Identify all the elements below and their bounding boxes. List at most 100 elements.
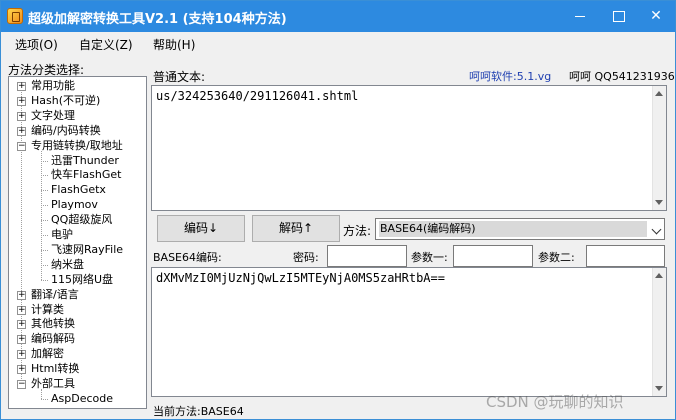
expand-icon[interactable]: + xyxy=(17,320,26,330)
tree-connector xyxy=(41,398,48,400)
tree-item-label: 翻译/语言 xyxy=(31,287,79,301)
status-text: 当前方法:BASE64 xyxy=(153,405,244,418)
expand-icon[interactable]: + xyxy=(17,126,26,136)
scroll-down-icon[interactable] xyxy=(655,386,663,391)
tree-category-item[interactable]: 文字处理 xyxy=(31,109,75,123)
app-icon xyxy=(7,8,23,24)
version-link[interactable]: 呵呵软件:5.1.vg xyxy=(469,68,551,84)
scroll-up-icon[interactable] xyxy=(655,91,663,96)
menu-help[interactable]: 帮助(H) xyxy=(153,36,195,53)
tree-child-item[interactable]: 电驴 xyxy=(51,228,73,242)
tree-item-label: QQ超级旋风 xyxy=(51,213,113,227)
tree-connector xyxy=(41,160,48,162)
expand-icon[interactable]: + xyxy=(17,365,26,375)
tree-category-item[interactable]: Hash(不可逆) xyxy=(31,94,100,108)
param2-label: 参数二: xyxy=(538,251,575,264)
expand-icon[interactable]: + xyxy=(17,111,26,121)
author-text: 呵呵 QQ541231936 xyxy=(569,70,675,83)
method-label: 方法: xyxy=(343,224,372,238)
tree-item-label: Playmov xyxy=(51,198,98,212)
method-select[interactable]: BASE64(编码解码) xyxy=(375,218,665,240)
scroll-down-icon[interactable] xyxy=(655,200,663,205)
tree-item-label: 编码解码 xyxy=(31,332,75,346)
tree-connector xyxy=(41,190,48,192)
tree-item-label: FlashGetx xyxy=(51,183,106,197)
expand-icon[interactable]: + xyxy=(17,335,26,345)
tree-connector xyxy=(41,264,48,266)
tree-child-item[interactable]: 迅雷Thunder xyxy=(51,154,119,168)
tree-child-item[interactable]: 纳米盘 xyxy=(51,258,84,272)
encoded-text-scrollbar[interactable] xyxy=(652,268,666,396)
expand-icon[interactable]: + xyxy=(17,305,26,315)
collapse-icon[interactable]: − xyxy=(17,380,26,389)
tree-category-item[interactable]: 编码解码 xyxy=(31,332,75,346)
tree-category-item[interactable]: Html转换 xyxy=(31,362,79,376)
tree-item-label: 外部工具 xyxy=(31,377,75,390)
tree-item-label: 纳米盘 xyxy=(51,257,84,271)
encoded-text-area[interactable]: dXMvMzI0MjUzNjQwLzI5MTEyNjA0MS5zaHRtbA== xyxy=(151,267,667,397)
tree-child-item[interactable]: AspDecode xyxy=(51,392,113,406)
tree-child-item[interactable]: 115网络U盘 xyxy=(51,273,113,287)
param1-label: 参数一: xyxy=(411,251,448,264)
tree-item-label: 迅雷Thunder xyxy=(51,153,119,167)
plain-text-label: 普通文本: xyxy=(153,70,206,84)
plain-text-scrollbar[interactable] xyxy=(652,86,666,210)
tree-category-item[interactable]: 常用功能 xyxy=(31,79,75,93)
tree-item-label: 加解密 xyxy=(31,347,64,361)
tree-connector xyxy=(41,205,48,207)
encoded-text-value: dXMvMzI0MjUzNjQwLzI5MTEyNjA0MS5zaHRtbA== xyxy=(156,271,445,285)
tree-child-item[interactable]: 快车FlashGet xyxy=(51,168,121,182)
encode-button[interactable]: 编码↓ xyxy=(157,215,245,242)
plain-text-value: us/324253640/291126041.shtml xyxy=(156,89,359,103)
scroll-up-icon[interactable] xyxy=(655,273,663,278)
method-select-value: BASE64(编码解码) xyxy=(379,221,647,237)
tree-category-item[interactable]: 翻译/语言 xyxy=(31,288,79,302)
chevron-down-icon[interactable] xyxy=(651,224,662,235)
minimize-button[interactable] xyxy=(561,1,599,32)
tree-connector xyxy=(41,279,48,281)
collapse-icon[interactable]: − xyxy=(17,141,26,151)
tree-item-label: 快车FlashGet xyxy=(51,168,122,182)
menu-bar: 选项(O) 自定义(Z) 帮助(H) xyxy=(1,32,675,57)
password-input[interactable] xyxy=(327,245,407,267)
close-button[interactable]: ✕ xyxy=(637,1,675,32)
tree-child-item[interactable]: FlashGetx xyxy=(51,183,106,197)
tree-item-label: 电驴 xyxy=(51,228,73,241)
tree-category-item[interactable]: 加解密 xyxy=(31,347,64,361)
tree-item-label: 文字处理 xyxy=(31,108,75,122)
tree-item-label: 常用功能 xyxy=(31,79,75,92)
menu-options[interactable]: 选项(O) xyxy=(15,36,58,53)
tree-item-label: 其他转换 xyxy=(31,317,75,331)
tree-item-label: 计算类 xyxy=(31,302,64,316)
expand-icon[interactable]: + xyxy=(17,96,26,106)
maximize-button[interactable] xyxy=(599,1,637,32)
tree-connector xyxy=(41,389,42,399)
expand-icon[interactable]: + xyxy=(17,350,26,360)
method-category-tree[interactable]: + 常用功能 + Hash(不可逆) + 文字处理 + 编码/内码转换 − 专用链转换/取地址 迅雷… xyxy=(8,76,147,409)
param1-input[interactable] xyxy=(453,245,533,267)
app-window: 超级加解密转换工具V2.1 (支持104种方法) ✕ 选项(O) 自定义(Z) … xyxy=(0,0,676,420)
tree-category-item[interactable]: 外部工具 xyxy=(31,377,75,391)
plain-text-area[interactable]: us/324253640/291126041.shtml xyxy=(151,85,667,211)
tree-child-item[interactable]: Playmov xyxy=(51,198,98,212)
title-bar: 超级加解密转换工具V2.1 (支持104种方法) ✕ xyxy=(1,1,675,32)
expand-icon[interactable]: + xyxy=(17,82,26,91)
tree-connector xyxy=(41,175,48,177)
tree-category-item[interactable]: 其他转换 xyxy=(31,317,75,331)
param2-input[interactable] xyxy=(586,245,665,267)
tree-connector xyxy=(41,235,48,236)
decode-button[interactable]: 解码↑ xyxy=(252,215,340,242)
tree-connector xyxy=(41,150,42,280)
tree-child-item[interactable]: QQ超级旋风 xyxy=(51,213,112,227)
encoded-label: BASE64编码: xyxy=(153,251,222,264)
tree-category-item[interactable]: 编码/内码转换 xyxy=(31,124,101,138)
tree-item-label: AspDecode xyxy=(51,391,114,405)
expand-icon[interactable]: + xyxy=(17,290,26,300)
password-label: 密码: xyxy=(293,251,319,264)
tree-item-label: 编码/内码转换 xyxy=(31,123,101,137)
tree-category-item[interactable]: 计算类 xyxy=(31,303,64,317)
tree-child-item[interactable]: 飞速网RayFile xyxy=(51,243,123,257)
tree-item-label: Html转换 xyxy=(31,362,80,376)
menu-custom[interactable]: 自定义(Z) xyxy=(79,36,133,53)
tree-category-item[interactable]: 专用链转换/取地址 xyxy=(31,139,123,153)
